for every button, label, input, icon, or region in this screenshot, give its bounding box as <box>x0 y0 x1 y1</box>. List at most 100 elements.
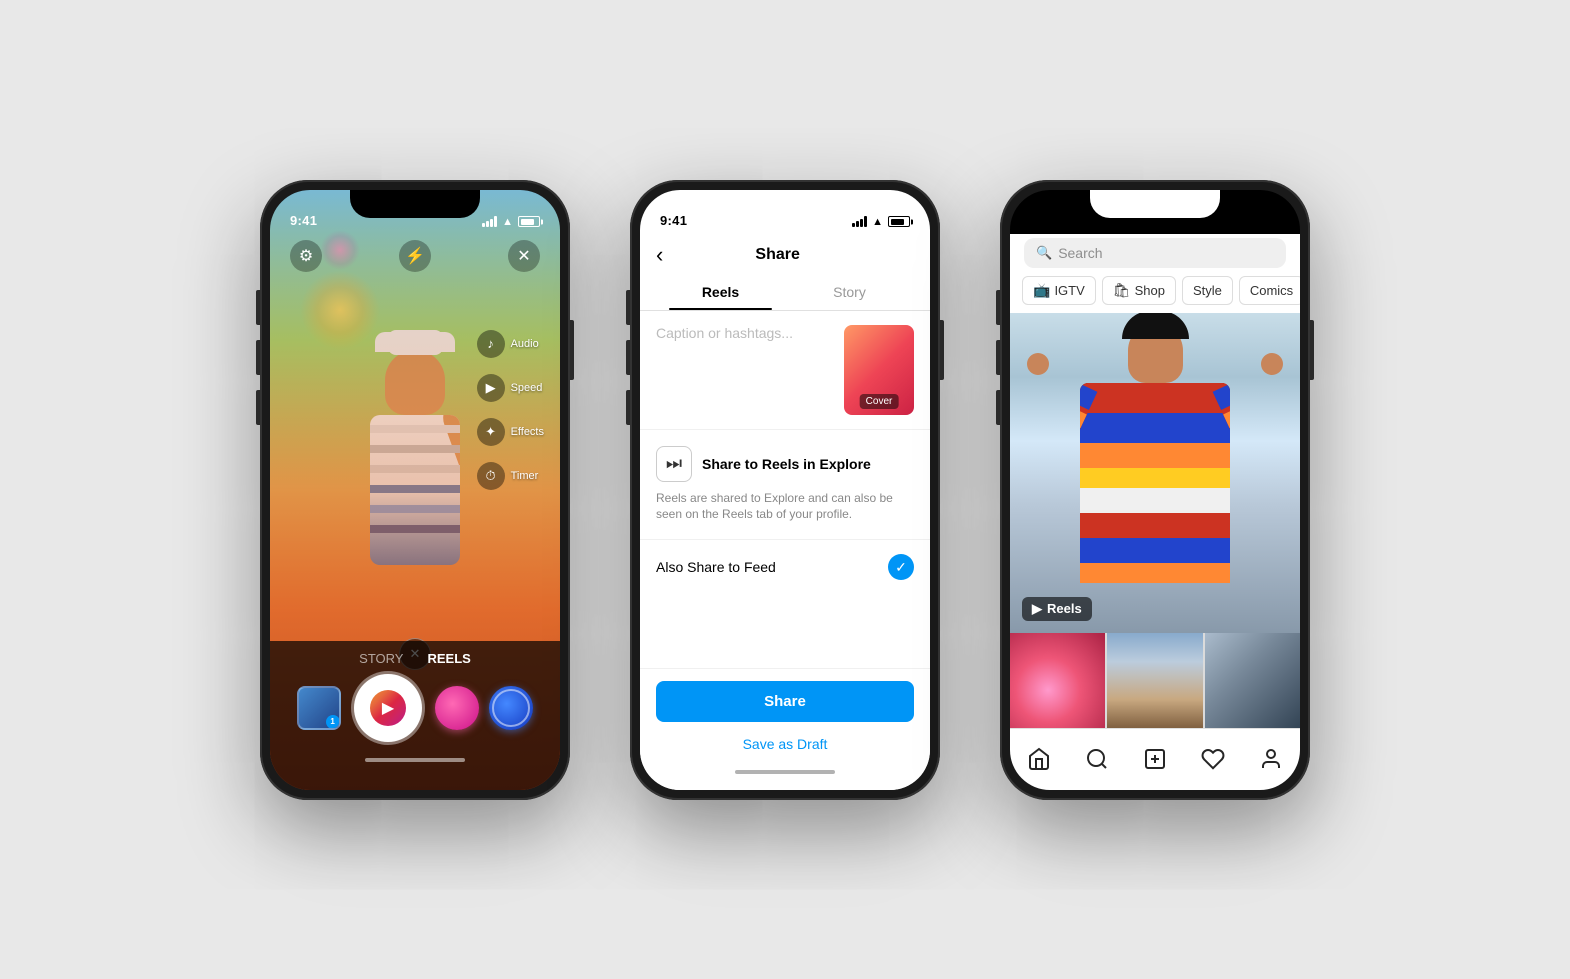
status-time-2: 9:41 <box>660 213 687 228</box>
search-placeholder: Search <box>1058 245 1102 261</box>
caption-placeholder: Caption or hashtags... <box>656 325 793 341</box>
reels-badge-label: Reels <box>1047 601 1082 616</box>
cover-thumbnail[interactable]: Cover <box>844 325 914 415</box>
share-screen-title: Share <box>675 246 880 264</box>
grid-cell-1[interactable] <box>1010 633 1105 728</box>
tab-reels[interactable]: Reels <box>656 276 785 310</box>
timer-icon: ⏱ <box>477 462 505 490</box>
timer-label: Timer <box>511 470 539 482</box>
explore-grid <box>1010 633 1300 728</box>
home-bar-2 <box>735 770 835 774</box>
shop-icon: 🛍 <box>1113 282 1131 299</box>
reels-badge: ▶ Reels <box>1022 597 1092 621</box>
audio-menu-item[interactable]: ♪ Audio <box>477 330 544 358</box>
home-nav-btn[interactable] <box>1019 739 1059 779</box>
shop-label: Shop <box>1135 283 1165 298</box>
also-share-toggle[interactable]: ✓ <box>888 554 914 580</box>
effects-menu-item[interactable]: ✦ Effects <box>477 418 544 446</box>
explore-row: ⏭ Share to Reels in Explore <box>656 446 914 482</box>
notch-2 <box>720 190 850 218</box>
home-indicator-2 <box>656 762 914 782</box>
also-share-label: Also Share to Feed <box>656 559 888 575</box>
home-indicator-1 <box>270 750 560 770</box>
tab-story[interactable]: Story <box>785 276 914 310</box>
profile-nav-btn[interactable] <box>1251 739 1291 779</box>
settings-btn[interactable]: ⚙ <box>290 240 322 272</box>
search-input-box[interactable]: 🔍 Search <box>1024 238 1286 268</box>
settings-icon: ⚙ <box>299 246 313 266</box>
comics-label: Comics <box>1250 283 1293 298</box>
camera-mode-tabs: STORY REELS <box>270 641 560 674</box>
shutter-button[interactable]: ▶ <box>354 674 422 742</box>
reels-shutter-icon: ▶ <box>370 690 406 726</box>
status-time-3: 9:41 <box>1030 213 1057 228</box>
signal-icon-2 <box>852 216 867 227</box>
status-icons-2: ▲ <box>852 216 910 228</box>
effect-blue[interactable] <box>489 686 533 730</box>
also-share-row[interactable]: Also Share to Feed ✓ <box>640 539 930 594</box>
bottom-nav <box>1010 728 1300 790</box>
battery-icon-2 <box>888 216 910 227</box>
phone-2-share: 9:41 ▲ ‹ Share Reels Story <box>630 180 940 800</box>
reels-badge-icon: ▶ <box>1032 601 1042 617</box>
explore-filter-tabs: 📺 IGTV 🛍 Shop Style Comics TV & Movi <box>1010 276 1300 313</box>
signal-icon-3 <box>1222 216 1237 227</box>
flash-icon: ⚡ <box>405 246 425 266</box>
caption-row: Caption or hashtags... Cover <box>640 311 930 430</box>
explore-search-bar: 🔍 Search <box>1010 234 1300 276</box>
signal-icon-1 <box>482 216 497 227</box>
status-icons-3: ▲ <box>1222 216 1280 228</box>
wifi-icon-1: ▲ <box>502 216 513 228</box>
status-icons-1: ▲ <box>482 216 540 228</box>
share-button[interactable]: Share <box>656 681 914 722</box>
gallery-thumbnail[interactable]: 1 <box>297 686 341 730</box>
grid-cell-3[interactable] <box>1205 633 1300 728</box>
search-nav-btn[interactable] <box>1077 739 1117 779</box>
wifi-icon-3: ▲ <box>1242 216 1253 228</box>
effects-label: Effects <box>511 426 544 438</box>
likes-nav-btn[interactable] <box>1193 739 1233 779</box>
notch-3 <box>1090 190 1220 218</box>
explore-main-image: ▶ Reels <box>1010 313 1300 633</box>
explore-title: Share to Reels in Explore <box>702 456 871 472</box>
notch-1 <box>350 190 480 218</box>
story-mode-tab[interactable]: STORY <box>359 651 403 666</box>
igtv-label: IGTV <box>1054 283 1084 298</box>
save-draft-button[interactable]: Save as Draft <box>656 726 914 762</box>
filter-tab-igtv[interactable]: 📺 IGTV <box>1022 276 1096 305</box>
style-label: Style <box>1193 283 1222 298</box>
camera-right-menu: ♪ Audio ▶ Speed ✦ Effects ⏱ Timer <box>477 330 544 490</box>
explore-text: Share to Reels in Explore <box>702 456 871 472</box>
phone-3-explore: 9:41 ▲ 🔍 Search 📺 IGTV <box>1000 180 1310 800</box>
effect-pink[interactable] <box>435 686 479 730</box>
audio-label: Audio <box>511 338 539 350</box>
home-bar-1 <box>365 758 465 762</box>
filter-tab-style[interactable]: Style <box>1182 276 1233 305</box>
reels-explore-icon: ⏭ <box>656 446 692 482</box>
grid-cell-2[interactable] <box>1107 633 1202 728</box>
timer-menu-item[interactable]: ⏱ Timer <box>477 462 544 490</box>
camera-bottom-controls: STORY REELS 1 ▶ <box>270 641 560 790</box>
share-tabs: Reels Story <box>656 276 914 310</box>
shutter-row: 1 ▶ <box>270 674 560 742</box>
speed-menu-item[interactable]: ▶ Speed <box>477 374 544 402</box>
wifi-icon-2: ▲ <box>872 216 883 228</box>
flash-btn[interactable]: ⚡ <box>399 240 431 272</box>
cover-label: Cover <box>860 394 899 409</box>
search-icon: 🔍 <box>1036 245 1052 261</box>
filter-tab-comics[interactable]: Comics <box>1239 276 1300 305</box>
status-time-1: 9:41 <box>290 213 317 228</box>
reels-mode-tab[interactable]: REELS <box>427 651 470 666</box>
close-btn-1[interactable]: ✕ <box>508 240 540 272</box>
filter-tab-shop[interactable]: 🛍 Shop <box>1102 276 1176 305</box>
add-nav-btn[interactable] <box>1135 739 1175 779</box>
effects-icon: ✦ <box>477 418 505 446</box>
share-footer: Share Save as Draft <box>640 668 930 790</box>
caption-input[interactable]: Caption or hashtags... <box>656 325 832 375</box>
share-header: ‹ Share Reels Story <box>640 234 930 311</box>
battery-icon-1 <box>518 216 540 227</box>
back-button[interactable]: ‹ <box>656 242 663 268</box>
speed-label: Speed <box>511 382 543 394</box>
share-nav: ‹ Share <box>656 242 914 268</box>
shutter-inner: ▶ <box>360 680 416 736</box>
